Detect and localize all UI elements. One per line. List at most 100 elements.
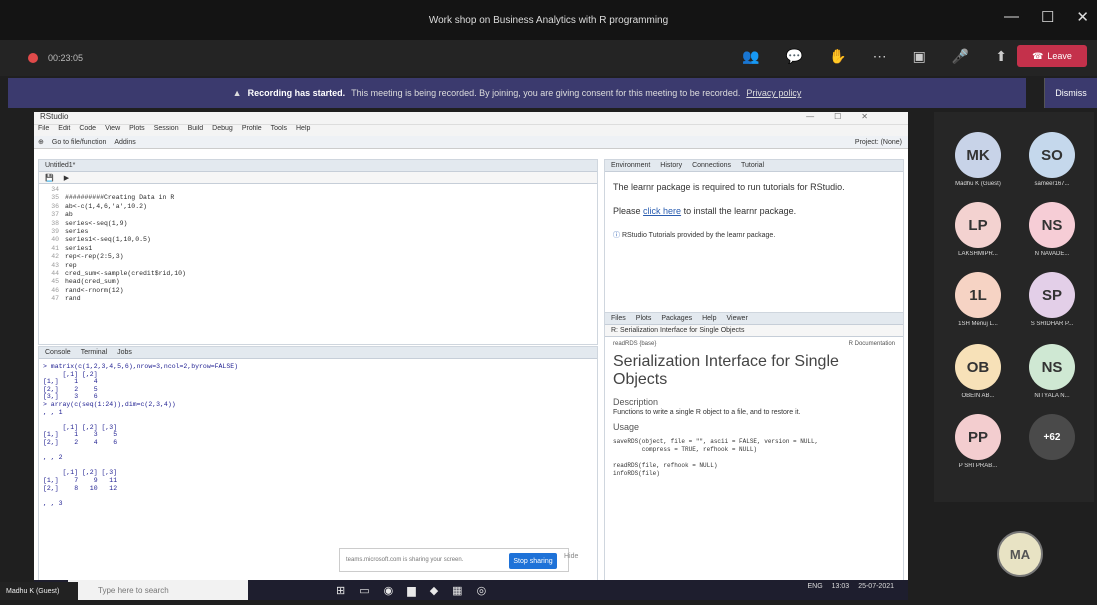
system-tray: ENG 13:03 25-07-2021 — [807, 583, 894, 590]
edge-icon[interactable]: ◉ — [384, 584, 394, 597]
menu-build[interactable]: Build — [188, 125, 204, 136]
teams-icon[interactable]: ◆ — [430, 584, 438, 597]
goto-file-input[interactable]: Go to file/function — [52, 139, 106, 146]
tab-history[interactable]: History — [660, 162, 682, 169]
participant-tile[interactable]: OB OBEIN AB... — [948, 344, 1008, 400]
mic-icon[interactable]: 🎤 — [952, 48, 969, 65]
help-topic[interactable]: R: Serialization Interface for Single Ob… — [611, 327, 744, 334]
share-icon[interactable]: ⬆ — [995, 48, 1007, 65]
taskview-icon[interactable]: ▭ — [359, 584, 369, 597]
new-file-icon[interactable]: ⊕ — [38, 138, 44, 146]
menu-session[interactable]: Session — [154, 125, 179, 136]
rstudio-toolbar: ⊕ Go to file/function Addins Project: (N… — [34, 136, 908, 149]
dismiss-button[interactable]: Dismiss — [1044, 78, 1097, 108]
participant-tile[interactable]: +62 — [1022, 414, 1082, 470]
participant-tile[interactable]: 1L 1SH Menuj L... — [948, 272, 1008, 328]
search-input[interactable]: Type here to search — [68, 580, 248, 600]
install-learnr-link[interactable]: click here — [643, 206, 681, 216]
minimize-button[interactable]: — — [1004, 8, 1019, 26]
addins-menu[interactable]: Addins — [114, 139, 135, 146]
tab-untitled[interactable]: Untitled1* — [45, 162, 75, 169]
close-button[interactable]: ✕ — [1076, 8, 1089, 26]
menu-code[interactable]: Code — [79, 125, 96, 136]
participant-tile[interactable]: LP LAKSHMIPR... — [948, 202, 1008, 258]
participant-tile[interactable]: MK Madhu K (Guest) — [948, 132, 1008, 188]
participant-tile[interactable]: SO sameer167... — [1022, 132, 1082, 188]
maximize-button[interactable]: ☐ — [1041, 8, 1054, 26]
code-line[interactable]: 42 rep<-rep(2:5,3) — [39, 253, 599, 261]
code-line[interactable]: 45 head(cred_sum) — [39, 278, 599, 286]
avatar: SO — [1029, 132, 1075, 178]
warning-icon: ▲ — [232, 88, 242, 98]
stop-sharing-button[interactable]: Stop sharing — [509, 553, 557, 569]
code-line[interactable]: 38 series<-seq(1,9) — [39, 220, 599, 228]
tab-connections[interactable]: Connections — [692, 162, 731, 169]
code-line[interactable]: 39 series — [39, 228, 599, 236]
tab-terminal[interactable]: Terminal — [81, 349, 107, 356]
code-line[interactable]: 46 rand<-rnorm(12) — [39, 287, 599, 295]
menu-view[interactable]: View — [105, 125, 120, 136]
people-icon[interactable]: 👥 — [742, 48, 759, 65]
rstudio-icon[interactable]: ◎ — [477, 584, 487, 597]
code-line[interactable]: 43 rep — [39, 262, 599, 270]
code-editor[interactable]: 34 35 ##########Creating Data in R 36 ab<-c(… — [39, 186, 599, 334]
menu-debug[interactable]: Debug — [212, 125, 233, 136]
run-button[interactable]: ▶ — [64, 174, 69, 182]
tab-console[interactable]: Console — [45, 349, 71, 356]
tray-date[interactable]: 25-07-2021 — [858, 583, 894, 590]
tab-help[interactable]: Help — [702, 315, 716, 322]
tab-tutorial[interactable]: Tutorial — [741, 162, 764, 169]
hide-button[interactable]: Hide — [564, 553, 578, 560]
help-pane: Files Plots Packages Help Viewer R: Seri… — [604, 312, 904, 596]
menu-plots[interactable]: Plots — [129, 125, 145, 136]
window-title: Work shop on Business Analytics with R p… — [428, 14, 669, 26]
code-line[interactable]: 35 ##########Creating Data in R — [39, 194, 599, 202]
tab-packages[interactable]: Packages — [661, 315, 692, 322]
participant-tile[interactable]: NS NITYALA N... — [1022, 344, 1082, 400]
tray-time[interactable]: 13:03 — [832, 583, 850, 590]
code-line[interactable]: 41 series1 — [39, 245, 599, 253]
leave-button[interactable]: ☎ Leave — [1017, 45, 1087, 67]
tray-lang[interactable]: ENG — [807, 583, 822, 590]
menu-profile[interactable]: Profile — [242, 125, 262, 136]
folder-icon[interactable]: ▆ — [407, 584, 415, 597]
chat-icon[interactable]: 💬 — [786, 48, 803, 65]
avatar: NS — [1029, 344, 1075, 390]
project-menu[interactable]: Project: (None) — [855, 139, 902, 146]
tutorial-content: The learnr package is required to run tu… — [605, 172, 903, 240]
avatar: 1L — [955, 272, 1001, 318]
more-icon[interactable]: ⋯ — [873, 48, 887, 65]
code-line[interactable]: 37 ab — [39, 211, 599, 219]
camera-icon[interactable]: ▣ — [913, 48, 926, 65]
code-line[interactable]: 44 cred_sum<-sample(credit$rid,10) — [39, 270, 599, 278]
info-icon: ⓘ — [613, 232, 620, 239]
tab-viewer[interactable]: Viewer — [727, 315, 748, 322]
menu-edit[interactable]: Edit — [58, 125, 70, 136]
participant-name: N NAVADE... — [1034, 251, 1070, 257]
tutorial-message: The learnr package is required to run tu… — [613, 182, 845, 192]
tab-jobs[interactable]: Jobs — [117, 349, 132, 356]
code-line[interactable]: 40 series1<-seq(1,10,0.5) — [39, 236, 599, 244]
tab-files[interactable]: Files — [611, 315, 626, 322]
code-line[interactable]: 47 rand — [39, 295, 599, 303]
participant-tile[interactable]: PP P SRI PRAB... — [948, 414, 1008, 470]
menu-file[interactable]: File — [38, 125, 49, 136]
tab-plots[interactable]: Plots — [636, 315, 652, 322]
presenter-badge: Madhu K (Guest) — [0, 582, 78, 600]
start-icon[interactable]: ⊞ — [336, 584, 345, 597]
participant-tile[interactable]: NS N NAVADE... — [1022, 202, 1082, 258]
code-line[interactable]: 34 — [39, 186, 599, 194]
code-line[interactable]: 36 ab<-c(1,4,6,'a',10.2) — [39, 203, 599, 211]
recording-banner: ▲ Recording has started. This meeting is… — [8, 78, 1026, 108]
save-icon[interactable]: 💾 — [45, 174, 54, 182]
participant-tile[interactable]: SP S SRIDHAR P... — [1022, 272, 1082, 328]
console-output[interactable]: > matrix(c(1,2,3,4,5,6),nrow=3,ncol=2,by… — [43, 363, 238, 507]
menu-tools[interactable]: Tools — [271, 125, 287, 136]
excel-icon[interactable]: ▦ — [452, 584, 462, 597]
tab-environment[interactable]: Environment — [611, 162, 650, 169]
privacy-link[interactable]: Privacy policy — [746, 88, 801, 98]
window-controls: — ☐ ✕ — [1004, 8, 1089, 26]
menu-help[interactable]: Help — [296, 125, 310, 136]
raise-hand-icon[interactable]: ✋ — [829, 48, 846, 65]
participant-name: sameer167... — [1034, 181, 1070, 187]
